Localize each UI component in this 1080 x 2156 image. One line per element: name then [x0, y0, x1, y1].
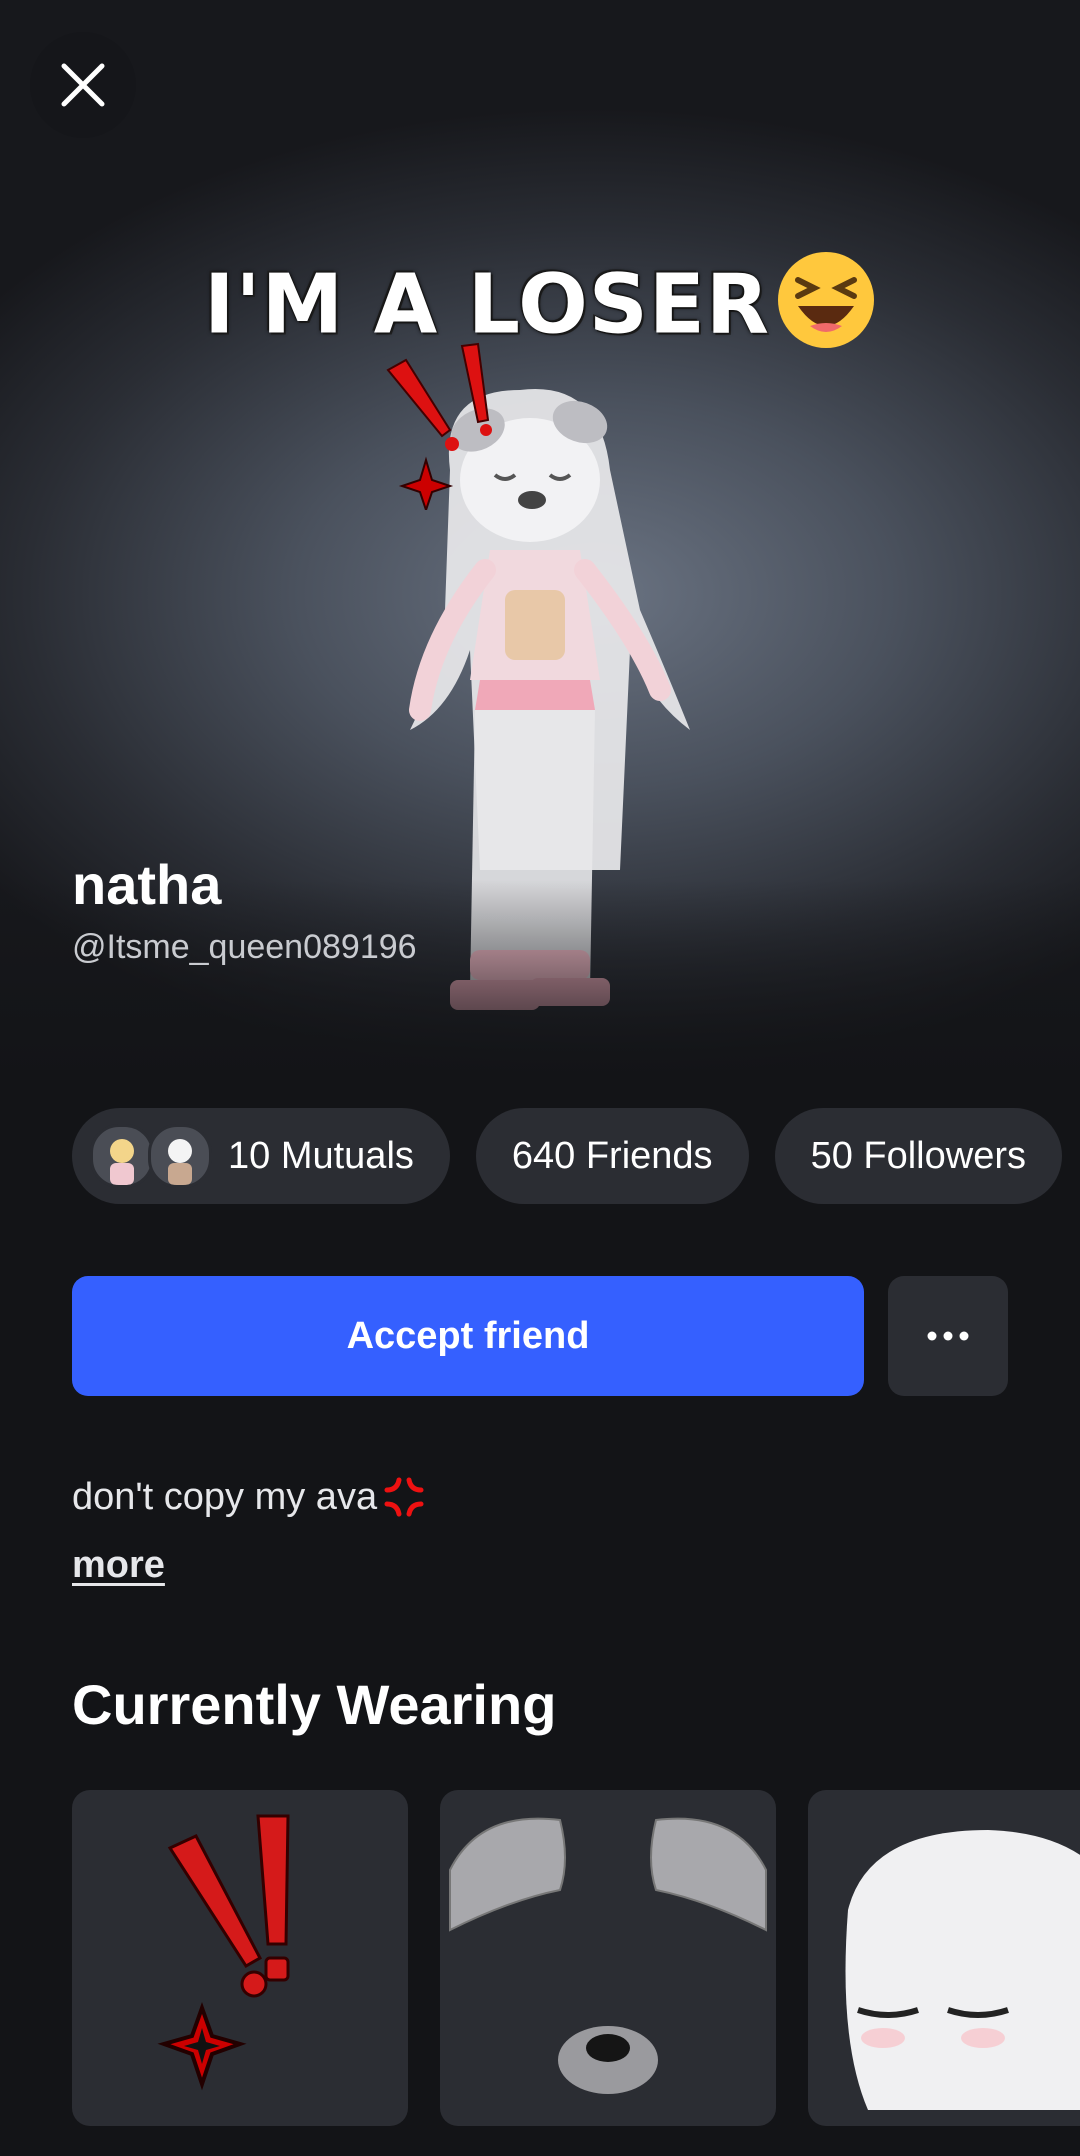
followers-pill[interactable]: 50 Followers: [774, 1108, 1062, 1204]
exclamation-anger-accessory-icon: [157, 1814, 290, 2091]
mutual-avatar: [90, 1124, 154, 1188]
more-options-button[interactable]: [888, 1276, 1008, 1396]
accept-friend-button[interactable]: Accept friend: [72, 1276, 864, 1396]
dog-ears-nose-accessory-icon: [449, 1817, 767, 2094]
wearing-item-card[interactable]: [808, 1790, 1080, 2126]
mutuals-pill[interactable]: 10 Mutuals: [72, 1108, 450, 1204]
close-icon: [61, 63, 105, 107]
currently-wearing-title: Currently Wearing: [72, 1673, 557, 1736]
accept-friend-label: Accept friend: [346, 1314, 590, 1357]
caption-text: I'M A LOSER: [203, 257, 771, 353]
followers-label: 50 Followers: [810, 1134, 1026, 1177]
friends-pill[interactable]: 640 Friends: [475, 1108, 749, 1204]
display-name: natha: [72, 853, 222, 916]
bio: don't copy my ava: [72, 1472, 429, 1522]
mutual-avatar: [148, 1124, 212, 1188]
bio-text: don't copy my ava: [72, 1475, 378, 1518]
wearing-item-card[interactable]: [72, 1790, 408, 2126]
sleepy-head-icon: [845, 1830, 1080, 2110]
bio-more-link[interactable]: more: [72, 1544, 165, 1587]
mutuals-label: 10 Mutuals: [228, 1134, 414, 1177]
overlay-caption: I'M A LOSER: [0, 250, 1080, 370]
friends-label: 640 Friends: [511, 1134, 713, 1177]
wearing-item-card[interactable]: [440, 1790, 776, 2126]
currently-wearing-list: [72, 1790, 1080, 2156]
username: @Itsme_queen089196: [72, 928, 417, 966]
ellipsis-icon: [927, 1331, 969, 1341]
stats-row: 10 Mutuals 640 Friends 50 Followers: [72, 1108, 1080, 1204]
laughing-face-emoji: [776, 250, 876, 370]
anger-symbol-emoji: [384, 1477, 424, 1517]
close-button[interactable]: [30, 32, 136, 138]
